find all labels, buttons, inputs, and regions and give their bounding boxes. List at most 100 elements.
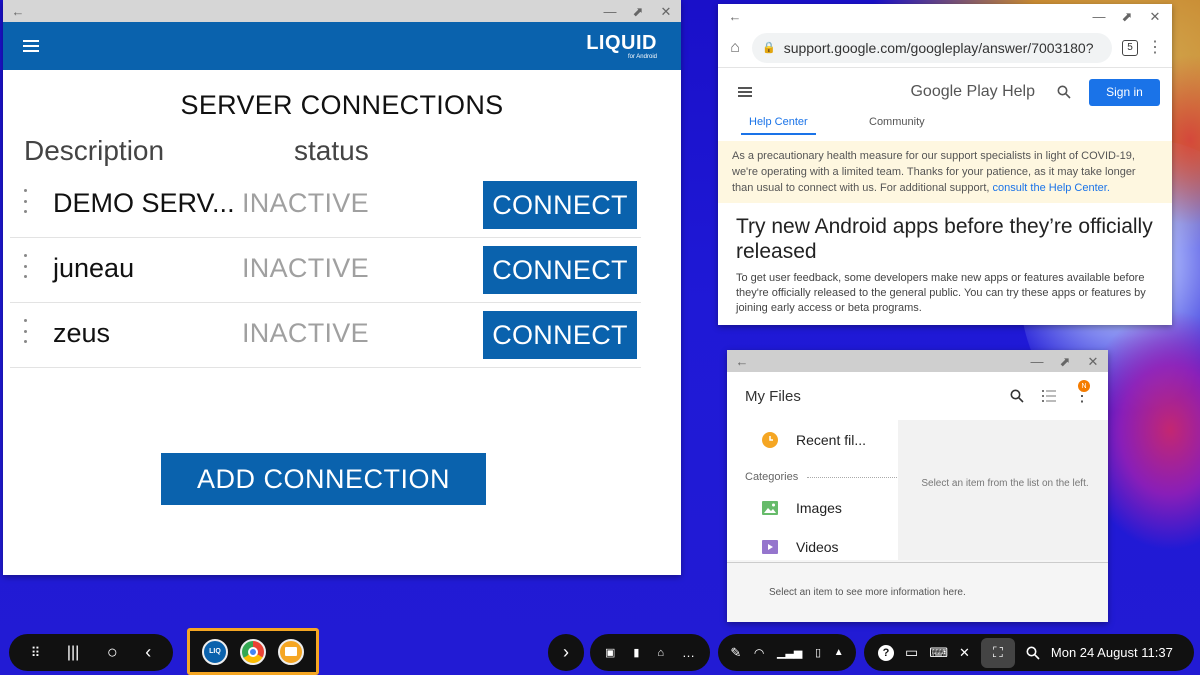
files-body: Recent fil... Categories Images Videos S… bbox=[727, 420, 1108, 560]
gallery-notification-icon[interactable]: ▣ bbox=[605, 646, 615, 659]
connect-button[interactable]: CONNECT bbox=[483, 246, 637, 294]
images-item[interactable]: Images bbox=[762, 500, 842, 516]
connection-row: juneau INACTIVE CONNECT bbox=[10, 238, 641, 303]
address-bar-row: ⌂ 🔒 support.google.com/googleplay/answer… bbox=[718, 28, 1172, 68]
url-text: support.google.com/googleplay/answer/700… bbox=[783, 39, 1094, 56]
sim-notification-icon[interactable]: ▮ bbox=[633, 646, 639, 659]
back-arrow-icon[interactable]: ← bbox=[11, 4, 25, 18]
notification-badge: N bbox=[1078, 380, 1090, 392]
search-icon[interactable] bbox=[1026, 646, 1040, 660]
apps-grid-icon[interactable]: ⠿ bbox=[31, 645, 40, 661]
liquid-titlebar: ← — ⬈ ✕ bbox=[3, 0, 681, 22]
home-icon[interactable]: ⌂ bbox=[728, 39, 742, 55]
row-menu-icon[interactable] bbox=[23, 254, 27, 278]
tab-switcher-icon[interactable]: 5 bbox=[1122, 39, 1138, 56]
connection-status: INACTIVE bbox=[242, 188, 369, 218]
files-header: My Files ⋮ N bbox=[727, 372, 1108, 420]
more-options-icon[interactable]: ⋮ N bbox=[1074, 380, 1090, 406]
videos-item[interactable]: Videos bbox=[762, 539, 839, 555]
categories-label: Categories bbox=[745, 471, 900, 483]
video-icon bbox=[762, 540, 778, 554]
my-files-icon[interactable] bbox=[278, 638, 304, 665]
article-paragraph: To get user feedback, some developers ma… bbox=[736, 272, 1146, 314]
help-header: Google Play Help Sign in bbox=[718, 68, 1172, 116]
system-tray-group: ? ▭ ⌨ ✕ ⛶ Mon 24 August 11:37 bbox=[864, 634, 1194, 671]
more-notifications-icon[interactable]: … bbox=[682, 645, 695, 660]
liquid-app-icon[interactable]: LIQ bbox=[202, 638, 228, 665]
status-header: status bbox=[294, 135, 369, 166]
recent-files-item[interactable]: Recent fil... bbox=[762, 432, 866, 448]
row-menu-icon[interactable] bbox=[23, 319, 27, 343]
recent-files-label: Recent fil... bbox=[796, 432, 867, 448]
clock[interactable]: Mon 24 August 11:37 bbox=[1051, 645, 1173, 660]
maximize-icon[interactable]: ⬈ bbox=[631, 4, 645, 18]
help-icon[interactable]: ? bbox=[878, 644, 894, 661]
keyboard-icon[interactable]: ⌨ bbox=[929, 645, 948, 661]
screenshot-icon[interactable]: ⛶ bbox=[980, 637, 1015, 668]
pinned-apps-highlight: LIQ bbox=[187, 628, 319, 675]
image-icon bbox=[762, 501, 778, 515]
home-icon[interactable]: ○ bbox=[107, 642, 118, 663]
address-bar[interactable]: 🔒 support.google.com/googleplay/answer/7… bbox=[752, 32, 1112, 63]
store-notification-icon[interactable]: ⌂ bbox=[657, 647, 664, 659]
search-icon[interactable] bbox=[1057, 85, 1071, 99]
liquid-window: ← — ⬈ ✕ LIQUID for Android SERVER CONNEC… bbox=[3, 0, 681, 575]
connect-button[interactable]: CONNECT bbox=[483, 181, 637, 229]
column-headers: Description status bbox=[3, 131, 681, 173]
expand-tray-button[interactable]: › bbox=[548, 634, 584, 671]
menu-icon[interactable] bbox=[23, 40, 39, 52]
back-arrow-icon[interactable]: ← bbox=[728, 9, 742, 23]
maximize-icon[interactable]: ⬈ bbox=[1120, 9, 1134, 23]
minimize-icon[interactable]: — bbox=[1030, 354, 1044, 368]
tab-community[interactable]: Community bbox=[869, 116, 925, 128]
close-icon[interactable]: ✕ bbox=[1148, 9, 1162, 23]
files-titlebar: ← — ⬈ ✕ bbox=[727, 350, 1108, 372]
logo-text: LIQUID bbox=[586, 31, 657, 54]
notifications-group: ▣ ▮ ⌂ … bbox=[590, 634, 710, 671]
select-item-hint: Select an item from the list on the left… bbox=[921, 478, 1089, 489]
back-arrow-icon[interactable]: ← bbox=[735, 354, 749, 368]
add-connection-button[interactable]: ADD CONNECTION bbox=[161, 453, 486, 505]
help-menu-icon[interactable] bbox=[738, 87, 752, 97]
page-title: SERVER CONNECTIONS bbox=[180, 90, 504, 120]
files-detail-pane: Select an item from the list on the left… bbox=[898, 420, 1108, 560]
close-icon[interactable]: ✕ bbox=[659, 4, 673, 18]
status-group: ✎ ◠ ▁▃▅ ▯ ▲ bbox=[718, 634, 856, 671]
minimize-icon[interactable]: — bbox=[1092, 9, 1106, 23]
connection-name: zeus bbox=[53, 318, 111, 348]
screen-mirror-icon[interactable]: ▭ bbox=[905, 644, 918, 661]
covid-notice: As a precautionary health measure for ou… bbox=[718, 141, 1172, 203]
files-nav: Recent fil... Categories Images Videos bbox=[727, 420, 900, 560]
pen-off-icon[interactable]: ✎ bbox=[730, 645, 741, 661]
chevron-up-icon[interactable]: ▲ bbox=[834, 647, 844, 658]
battery-icon[interactable]: ▯ bbox=[815, 646, 821, 659]
wifi-icon[interactable]: ◠ bbox=[754, 646, 764, 660]
my-files-window: ← — ⬈ ✕ My Files ⋮ N Recent fil... Categ… bbox=[727, 350, 1108, 622]
sign-in-button[interactable]: Sign in bbox=[1089, 78, 1160, 106]
connect-button[interactable]: CONNECT bbox=[483, 311, 637, 359]
close-icon[interactable]: ✕ bbox=[1086, 354, 1100, 368]
signal-icon[interactable]: ▁▃▅ bbox=[777, 646, 802, 659]
back-icon[interactable]: ‹ bbox=[145, 642, 151, 663]
more-menu-icon[interactable]: ⋮ bbox=[1147, 39, 1163, 55]
connection-status: INACTIVE bbox=[242, 253, 369, 283]
images-label: Images bbox=[796, 500, 842, 516]
maximize-icon[interactable]: ⬈ bbox=[1058, 354, 1072, 368]
list-view-icon[interactable] bbox=[1042, 390, 1056, 402]
liquid-logo: LIQUID for Android bbox=[586, 33, 657, 60]
chrome-icon[interactable] bbox=[240, 638, 266, 665]
files-info-footer: Select an item to see more information h… bbox=[727, 562, 1108, 622]
chevron-right-icon: › bbox=[563, 642, 569, 662]
row-menu-icon[interactable] bbox=[23, 189, 27, 213]
tab-help-center[interactable]: Help Center bbox=[741, 116, 816, 135]
mute-icon[interactable]: ✕ bbox=[959, 645, 970, 661]
clock-icon bbox=[762, 432, 778, 448]
description-header: Description bbox=[24, 135, 165, 166]
connection-name: juneau bbox=[53, 253, 135, 283]
info-hint: Select an item to see more information h… bbox=[769, 587, 966, 598]
minimize-icon[interactable]: — bbox=[603, 4, 617, 18]
connection-row: DEMO SERV... INACTIVE CONNECT bbox=[10, 173, 641, 238]
search-icon[interactable] bbox=[1010, 389, 1024, 403]
recents-icon[interactable]: ||| bbox=[67, 644, 79, 662]
help-center-link[interactable]: consult the Help Center. bbox=[993, 182, 1110, 194]
